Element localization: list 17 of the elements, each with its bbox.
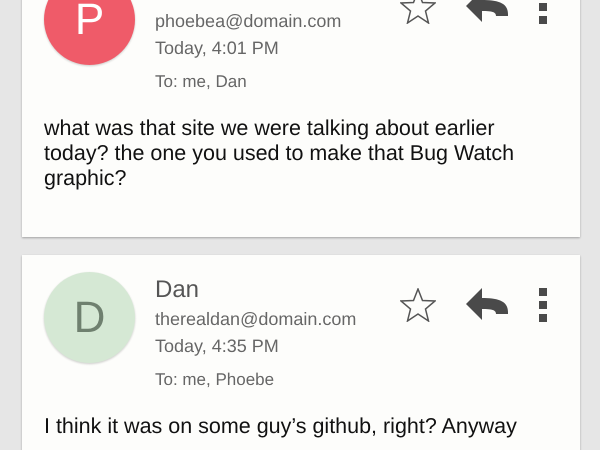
more-icon[interactable] — [538, 0, 548, 24]
reply-icon[interactable] — [466, 0, 508, 24]
sender-email: therealdan@domain.com — [155, 308, 358, 331]
sender-email: phoebea@domain.com — [155, 10, 342, 33]
star-icon[interactable] — [400, 288, 436, 322]
reply-icon[interactable] — [466, 288, 508, 322]
avatar: D — [44, 272, 135, 363]
timestamp: Today, 4:01 PM — [155, 37, 280, 60]
timestamp: Today, 4:35 PM — [155, 335, 280, 358]
recipients: To: me, Dan — [155, 72, 248, 92]
message-body: what was that site we were talking about earlier today? the one you used to make that Bug Watch graphic? — [44, 116, 516, 191]
star-icon[interactable] — [400, 0, 436, 24]
recipients: To: me, Phoebe — [155, 370, 276, 390]
avatar: P — [44, 0, 135, 65]
message-body: I think it was on some guy’s github, right? Anyway — [44, 414, 518, 439]
more-icon[interactable] — [538, 288, 548, 322]
sender-name: Dan — [155, 275, 200, 305]
